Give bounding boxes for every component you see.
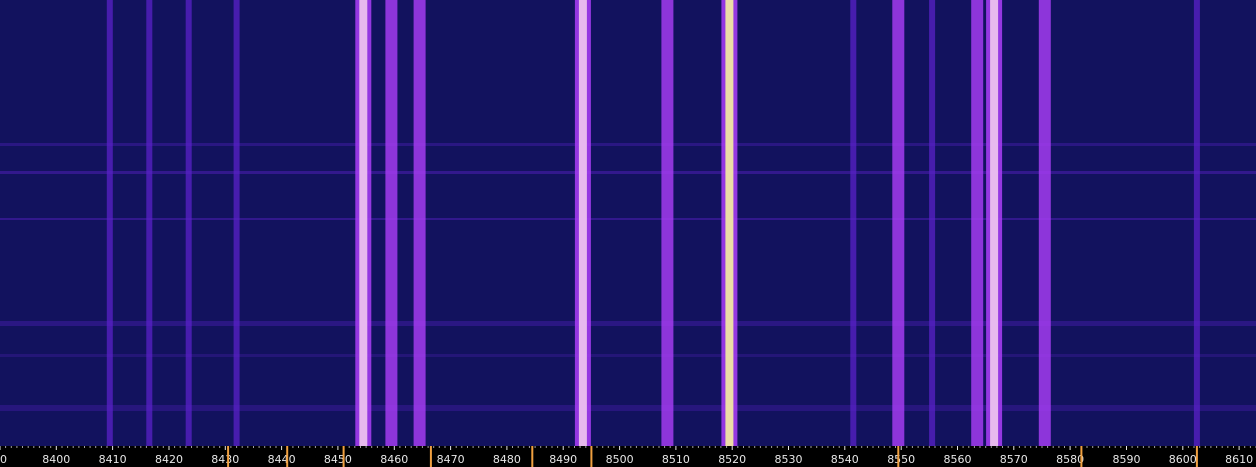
frequency-marker bbox=[429, 446, 432, 467]
scale-tick-label: 8610 bbox=[1225, 453, 1253, 466]
signal-trace bbox=[185, 0, 192, 446]
scale-tick-label: 8600 bbox=[1169, 453, 1197, 466]
scale-tick-label: 8590 bbox=[1113, 453, 1141, 466]
frequency-marker bbox=[227, 446, 230, 467]
frequency-marker bbox=[1080, 446, 1083, 467]
signal-trace bbox=[233, 0, 240, 446]
frequency-marker bbox=[531, 446, 534, 467]
scale-tick-label: 8490 bbox=[549, 453, 577, 466]
sdr-waterfall-display: 90 8400 8410 8420 8430 8440 8450 8460 8470 8480 84… bbox=[0, 0, 1256, 467]
scale-tick-label: 8450 bbox=[324, 453, 352, 466]
signal-trace bbox=[661, 0, 674, 446]
waterfall-spectrogram[interactable] bbox=[0, 0, 1256, 446]
scale-tick-label: 8440 bbox=[268, 453, 296, 466]
scale-tick-label: 8400 bbox=[42, 453, 70, 466]
scale-tick-label: 90 bbox=[0, 453, 7, 466]
signal-trace bbox=[106, 0, 113, 446]
scale-tick-label: 8480 bbox=[493, 453, 521, 466]
signal-trace bbox=[413, 0, 426, 446]
frequency-marker bbox=[1195, 446, 1198, 467]
signal-trace bbox=[971, 0, 984, 446]
signal-trace bbox=[892, 0, 905, 446]
signal-trace bbox=[146, 0, 153, 446]
signal-trace bbox=[850, 0, 857, 446]
signal-trace bbox=[929, 0, 936, 446]
scale-tick-label: 8570 bbox=[1000, 453, 1028, 466]
scale-tick-label: 8430 bbox=[211, 453, 239, 466]
scale-tick-label: 8530 bbox=[775, 453, 803, 466]
frequency-scale-canvas[interactable]: 90 8400 8410 8420 8430 8440 8450 8460 8470 8480 84… bbox=[0, 446, 1256, 467]
signal-trace bbox=[1193, 0, 1200, 446]
scale-tick-label: 8520 bbox=[718, 453, 746, 466]
scale-tick-label: 8420 bbox=[155, 453, 183, 466]
frequency-scale[interactable]: 90 8400 8410 8420 8430 8440 8450 8460 8470 8480 84… bbox=[0, 446, 1256, 467]
signal-trace-core bbox=[725, 0, 734, 446]
scale-tick-label: 8510 bbox=[662, 453, 690, 466]
frequency-marker bbox=[286, 446, 289, 467]
signal-trace-core bbox=[578, 0, 587, 446]
scale-tick-label: 8580 bbox=[1056, 453, 1084, 466]
scale-tick-label: 8540 bbox=[831, 453, 859, 466]
scale-tick-label: 8550 bbox=[887, 453, 915, 466]
frequency-marker bbox=[342, 446, 345, 467]
scale-tick-label: 8470 bbox=[437, 453, 465, 466]
scale-tick-label: 8460 bbox=[380, 453, 408, 466]
waterfall-canvas[interactable] bbox=[0, 0, 1256, 446]
signal-trace-core bbox=[990, 0, 999, 446]
signal-trace bbox=[1038, 0, 1051, 446]
signal-trace-core bbox=[359, 0, 368, 446]
signal-trace bbox=[385, 0, 398, 446]
frequency-marker bbox=[897, 446, 900, 467]
scale-tick-label: 8500 bbox=[606, 453, 634, 466]
frequency-marker bbox=[590, 446, 593, 467]
scale-tick-label: 8410 bbox=[99, 453, 127, 466]
scale-tick-label: 8560 bbox=[944, 453, 972, 466]
